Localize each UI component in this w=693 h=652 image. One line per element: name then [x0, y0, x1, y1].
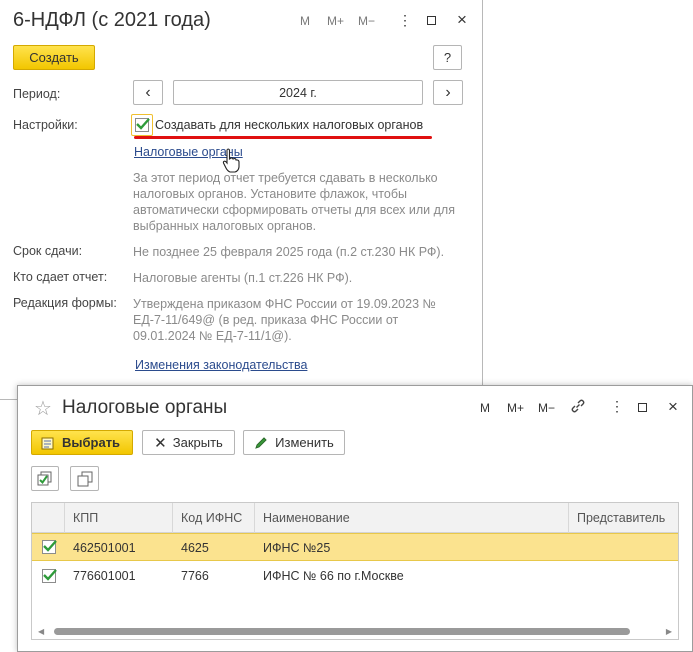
maximize-icon[interactable] [638, 403, 647, 412]
close-button[interactable]: ✕ Закрыть [142, 430, 235, 455]
ndfl-form-window: 6-НДФЛ (с 2021 года) M M+ M− ⋮ × Создать… [0, 0, 483, 400]
column-header-kpp[interactable]: КПП [65, 503, 173, 533]
edit-button-label: Изменить [275, 435, 334, 450]
close-icon[interactable]: × [457, 11, 467, 28]
table-header: КПП Код ИФНС Наименование Представитель [32, 503, 678, 533]
horizontal-scrollbar[interactable]: ◀ ▶ [36, 627, 674, 636]
period-label: Период: [13, 87, 61, 101]
uncheck-all-button[interactable] [70, 466, 99, 491]
link-icon[interactable] [570, 398, 586, 414]
deadline-label: Срок сдачи: [13, 244, 83, 258]
close-icon[interactable]: × [668, 398, 678, 415]
column-header-representative[interactable]: Представитель [569, 503, 678, 533]
checkbox-column-header[interactable] [32, 503, 65, 533]
help-button[interactable]: ? [433, 45, 462, 70]
multi-org-checkbox[interactable] [135, 118, 150, 132]
scroll-thumb[interactable] [54, 628, 630, 635]
scroll-left-icon[interactable]: ◀ [38, 627, 44, 636]
cell-name: ИФНС №25 [263, 541, 331, 555]
m-minus-button[interactable]: M− [358, 14, 375, 28]
cell-representative [569, 562, 577, 590]
cell-representative [569, 534, 577, 562]
cell-code: 4625 [181, 541, 209, 555]
checkmark-icon [136, 118, 150, 130]
checkmark-icon [43, 569, 57, 581]
edition-label: Редакция формы: [13, 296, 117, 310]
law-changes-link[interactable]: Изменения законодательства [135, 358, 307, 372]
more-menu-icon[interactable]: ⋮ [610, 398, 624, 415]
cell-code: 7766 [181, 569, 209, 583]
column-header-code[interactable]: Код ИФНС [173, 503, 255, 533]
m-button[interactable]: M [480, 401, 490, 415]
table-row[interactable]: 462501001 4625 ИФНС №25 [32, 533, 678, 561]
close-x-icon: ✕ [154, 434, 167, 452]
scroll-right-icon[interactable]: ▶ [666, 627, 672, 636]
settings-label: Настройки: [13, 118, 78, 132]
edition-value: Утверждена приказом ФНС России от 19.09.… [133, 297, 436, 343]
submitter-label: Кто сдает отчет: [13, 270, 108, 284]
column-header-name[interactable]: Наименование [255, 503, 569, 533]
checkmark-icon [43, 540, 57, 552]
cell-kpp: 462501001 [73, 541, 136, 555]
red-underline-highlight [134, 136, 432, 139]
tax-orgs-table: КПП Код ИФНС Наименование Представитель … [31, 502, 679, 640]
check-all-button[interactable] [31, 466, 59, 491]
create-button[interactable]: Создать [13, 45, 95, 70]
row-checkbox[interactable] [42, 569, 57, 583]
favorite-star-icon[interactable]: ☆ [34, 396, 52, 421]
close-button-label: Закрыть [172, 435, 223, 450]
check-all-icon [37, 471, 52, 485]
select-icon [41, 437, 54, 449]
cell-name: ИФНС № 66 по г.Москве [263, 569, 404, 583]
pencil-icon [255, 437, 267, 449]
row-checkbox[interactable] [42, 540, 57, 554]
m-minus-button[interactable]: M− [538, 401, 555, 415]
m-button[interactable]: M [300, 14, 310, 28]
multi-org-hint: За этот период отчет требуется сдавать в… [133, 171, 455, 233]
deadline-value: Не позднее 25 февраля 2025 года (п.2 ст.… [133, 245, 445, 259]
period-field[interactable]: 2024 г. [173, 80, 423, 105]
maximize-icon[interactable] [427, 16, 436, 25]
m-plus-button[interactable]: M+ [327, 14, 344, 28]
uncheck-all-icon [77, 471, 92, 486]
tax-orgs-dialog: ☆ Налоговые органы M M+ M− ⋮ × Выбрать ✕… [17, 385, 693, 652]
multi-org-checkbox-label[interactable]: Создавать для нескольких налоговых орган… [155, 118, 423, 132]
cell-kpp: 776601001 [73, 569, 136, 583]
more-menu-icon[interactable]: ⋮ [398, 12, 412, 29]
m-plus-button[interactable]: M+ [507, 401, 524, 415]
period-prev-button[interactable]: ‹ [133, 80, 163, 105]
edit-button[interactable]: Изменить [243, 430, 345, 455]
dialog-title: Налоговые органы [62, 397, 228, 418]
select-button[interactable]: Выбрать [31, 430, 133, 455]
submitter-value: Налоговые агенты (п.1 ст.226 НК РФ). [133, 271, 353, 285]
select-button-label: Выбрать [62, 435, 121, 450]
table-row[interactable]: 776601001 7766 ИФНС № 66 по г.Москве [32, 562, 678, 590]
period-next-button[interactable]: › [433, 80, 463, 105]
window-title: 6-НДФЛ (с 2021 года) [13, 9, 211, 31]
